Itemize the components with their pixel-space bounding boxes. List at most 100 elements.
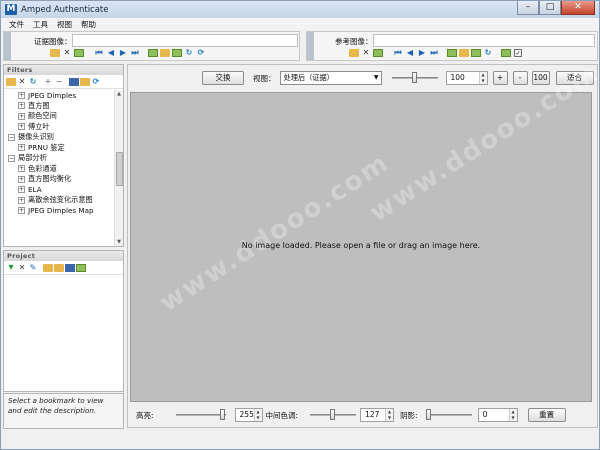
midtones-spinner[interactable]: ▲ ▼ bbox=[385, 409, 394, 421]
menu-view[interactable]: 视图 bbox=[57, 19, 72, 30]
next-icon[interactable]: ▶ bbox=[417, 48, 427, 58]
filter-tree-item[interactable]: + JPEG Dimples bbox=[4, 90, 114, 101]
shadows-input[interactable]: 0 ▲ ▼ bbox=[477, 408, 518, 422]
expand-icon[interactable]: + bbox=[18, 123, 25, 131]
copy-icon[interactable] bbox=[501, 49, 511, 57]
filter-tree-item[interactable]: − 局部分析 bbox=[4, 153, 114, 164]
highlights-slider[interactable] bbox=[175, 408, 226, 422]
filter-tree-item[interactable]: + 直方图均衡化 bbox=[4, 174, 114, 185]
zoom-spinner[interactable]: ▲ ▼ bbox=[478, 72, 487, 84]
menu-file[interactable]: 文件 bbox=[9, 19, 24, 30]
expand-icon[interactable]: + bbox=[18, 102, 25, 110]
previous-icon[interactable]: ◀ bbox=[405, 48, 415, 58]
filter-tree-item[interactable]: + ELA bbox=[4, 185, 114, 196]
add-icon[interactable]: + bbox=[43, 77, 53, 87]
menu-tools[interactable]: 工具 bbox=[33, 19, 48, 30]
midtones-slider-thumb[interactable] bbox=[330, 409, 336, 420]
scroll-up-icon[interactable]: ▲ bbox=[115, 90, 123, 98]
shadows-slider[interactable] bbox=[425, 408, 472, 422]
collapse-icon[interactable]: − bbox=[8, 133, 15, 141]
expand-icon[interactable]: + bbox=[18, 165, 25, 173]
previous-icon[interactable]: ◀ bbox=[106, 48, 116, 58]
expand-icon[interactable]: + bbox=[18, 186, 25, 194]
delete-icon[interactable]: ✕ bbox=[17, 77, 27, 87]
zoom-slider-thumb[interactable] bbox=[411, 72, 417, 83]
refresh-icon[interactable]: ↻ bbox=[184, 48, 194, 58]
zoom-slider[interactable] bbox=[391, 71, 438, 85]
zoom-in-button[interactable]: + bbox=[492, 71, 508, 85]
open-folder-icon[interactable] bbox=[349, 49, 359, 57]
scroll-down-icon[interactable]: ▼ bbox=[115, 238, 123, 246]
zoom-out-button[interactable]: - bbox=[512, 71, 528, 85]
image-add-icon[interactable] bbox=[148, 49, 158, 57]
reload-icon[interactable]: ⟳ bbox=[196, 48, 206, 58]
midtones-slider[interactable] bbox=[310, 408, 357, 422]
image-icon[interactable] bbox=[373, 49, 383, 57]
image-canvas[interactable]: www.ddooo.com www.ddooo.com No image loa… bbox=[130, 58, 600, 402]
fit-button[interactable]: 适合 bbox=[555, 71, 594, 85]
minimize-button[interactable]: – bbox=[517, 1, 539, 15]
first-frame-icon[interactable]: ⏮ bbox=[94, 48, 104, 58]
image-export-icon[interactable] bbox=[172, 49, 182, 57]
image-export-icon[interactable] bbox=[471, 49, 481, 57]
open-folder-icon[interactable] bbox=[50, 49, 60, 57]
remove-icon[interactable]: − bbox=[54, 77, 64, 87]
filter-tree-item[interactable]: + 颜色空间 bbox=[4, 111, 114, 122]
refresh-icon[interactable]: ↻ bbox=[483, 48, 493, 58]
expand-icon[interactable]: + bbox=[18, 196, 25, 204]
view-select[interactable]: 处理后（证据） ▼ bbox=[279, 71, 382, 85]
filter-tree-item[interactable]: + JPEG Dimples Map bbox=[4, 206, 114, 217]
report-icon[interactable] bbox=[76, 264, 86, 272]
new-filter-icon[interactable] bbox=[6, 78, 16, 86]
scroll-thumb[interactable] bbox=[116, 152, 123, 186]
image-folder-icon[interactable] bbox=[160, 49, 170, 57]
save-project-icon[interactable] bbox=[65, 264, 75, 272]
expand-icon[interactable]: + bbox=[18, 144, 25, 152]
zoom-100-button[interactable]: 100 bbox=[531, 71, 550, 85]
filter-tree-item[interactable]: + PRNU 鉴定 bbox=[4, 143, 114, 154]
filter-tree-item[interactable]: + 直方图 bbox=[4, 101, 114, 112]
menu-help[interactable]: 帮助 bbox=[81, 19, 96, 30]
open-icon[interactable] bbox=[80, 78, 90, 86]
filter-tree-item[interactable]: + 傅立叶 bbox=[4, 122, 114, 133]
expand-icon[interactable]: + bbox=[18, 112, 25, 120]
reset-button[interactable]: 重置 bbox=[527, 408, 566, 422]
maximize-button[interactable]: □ bbox=[539, 1, 561, 15]
expand-icon[interactable]: + bbox=[18, 91, 25, 99]
bookmark-add-icon[interactable]: ▾ bbox=[6, 262, 16, 273]
close-button[interactable]: ✕ bbox=[561, 1, 595, 15]
close-icon[interactable]: ✕ bbox=[361, 48, 371, 58]
midtones-input[interactable]: 127 ▲ ▼ bbox=[360, 408, 395, 422]
highlights-slider-thumb[interactable] bbox=[219, 409, 225, 420]
filter-tree-item[interactable]: + 色彩通道 bbox=[4, 164, 114, 175]
reload-icon[interactable]: ⟳ bbox=[91, 77, 101, 87]
edit-icon[interactable]: ✎ bbox=[28, 263, 38, 273]
shadows-spinner[interactable]: ▲ ▼ bbox=[508, 409, 517, 421]
next-icon[interactable]: ▶ bbox=[118, 48, 128, 58]
swap-button[interactable]: 交换 bbox=[202, 71, 244, 85]
open-project-icon[interactable] bbox=[54, 264, 64, 272]
checkbox-icon[interactable]: ✓ bbox=[514, 49, 522, 57]
refresh-icon[interactable]: ↻ bbox=[28, 77, 38, 87]
reference-path-field[interactable] bbox=[373, 34, 595, 47]
filter-tree-item[interactable]: + 离散余弦变化示意图 bbox=[4, 195, 114, 206]
save-icon[interactable] bbox=[69, 78, 79, 86]
shadows-slider-thumb[interactable] bbox=[425, 409, 431, 420]
expand-icon[interactable]: + bbox=[18, 175, 25, 183]
close-icon[interactable]: ✕ bbox=[62, 48, 72, 58]
delete-icon[interactable]: ✕ bbox=[17, 263, 27, 273]
image-icon[interactable] bbox=[74, 49, 84, 57]
collapse-icon[interactable]: − bbox=[8, 154, 15, 162]
highlights-spinner[interactable]: ▲ ▼ bbox=[253, 409, 262, 421]
filters-scrollbar[interactable]: ▲ ▼ bbox=[114, 90, 123, 246]
first-frame-icon[interactable]: ⏮ bbox=[393, 48, 403, 58]
highlights-input[interactable]: 255 ▲ ▼ bbox=[234, 408, 263, 422]
last-frame-icon[interactable]: ⏭ bbox=[429, 48, 439, 58]
image-add-icon[interactable] bbox=[447, 49, 457, 57]
evidence-path-field[interactable] bbox=[72, 34, 298, 47]
new-project-icon[interactable] bbox=[43, 264, 53, 272]
filter-tree-item[interactable]: − 摄像头识别 bbox=[4, 132, 114, 143]
last-frame-icon[interactable]: ⏭ bbox=[130, 48, 140, 58]
zoom-input[interactable]: 100 ▲ ▼ bbox=[445, 71, 488, 85]
expand-icon[interactable]: + bbox=[18, 207, 25, 215]
